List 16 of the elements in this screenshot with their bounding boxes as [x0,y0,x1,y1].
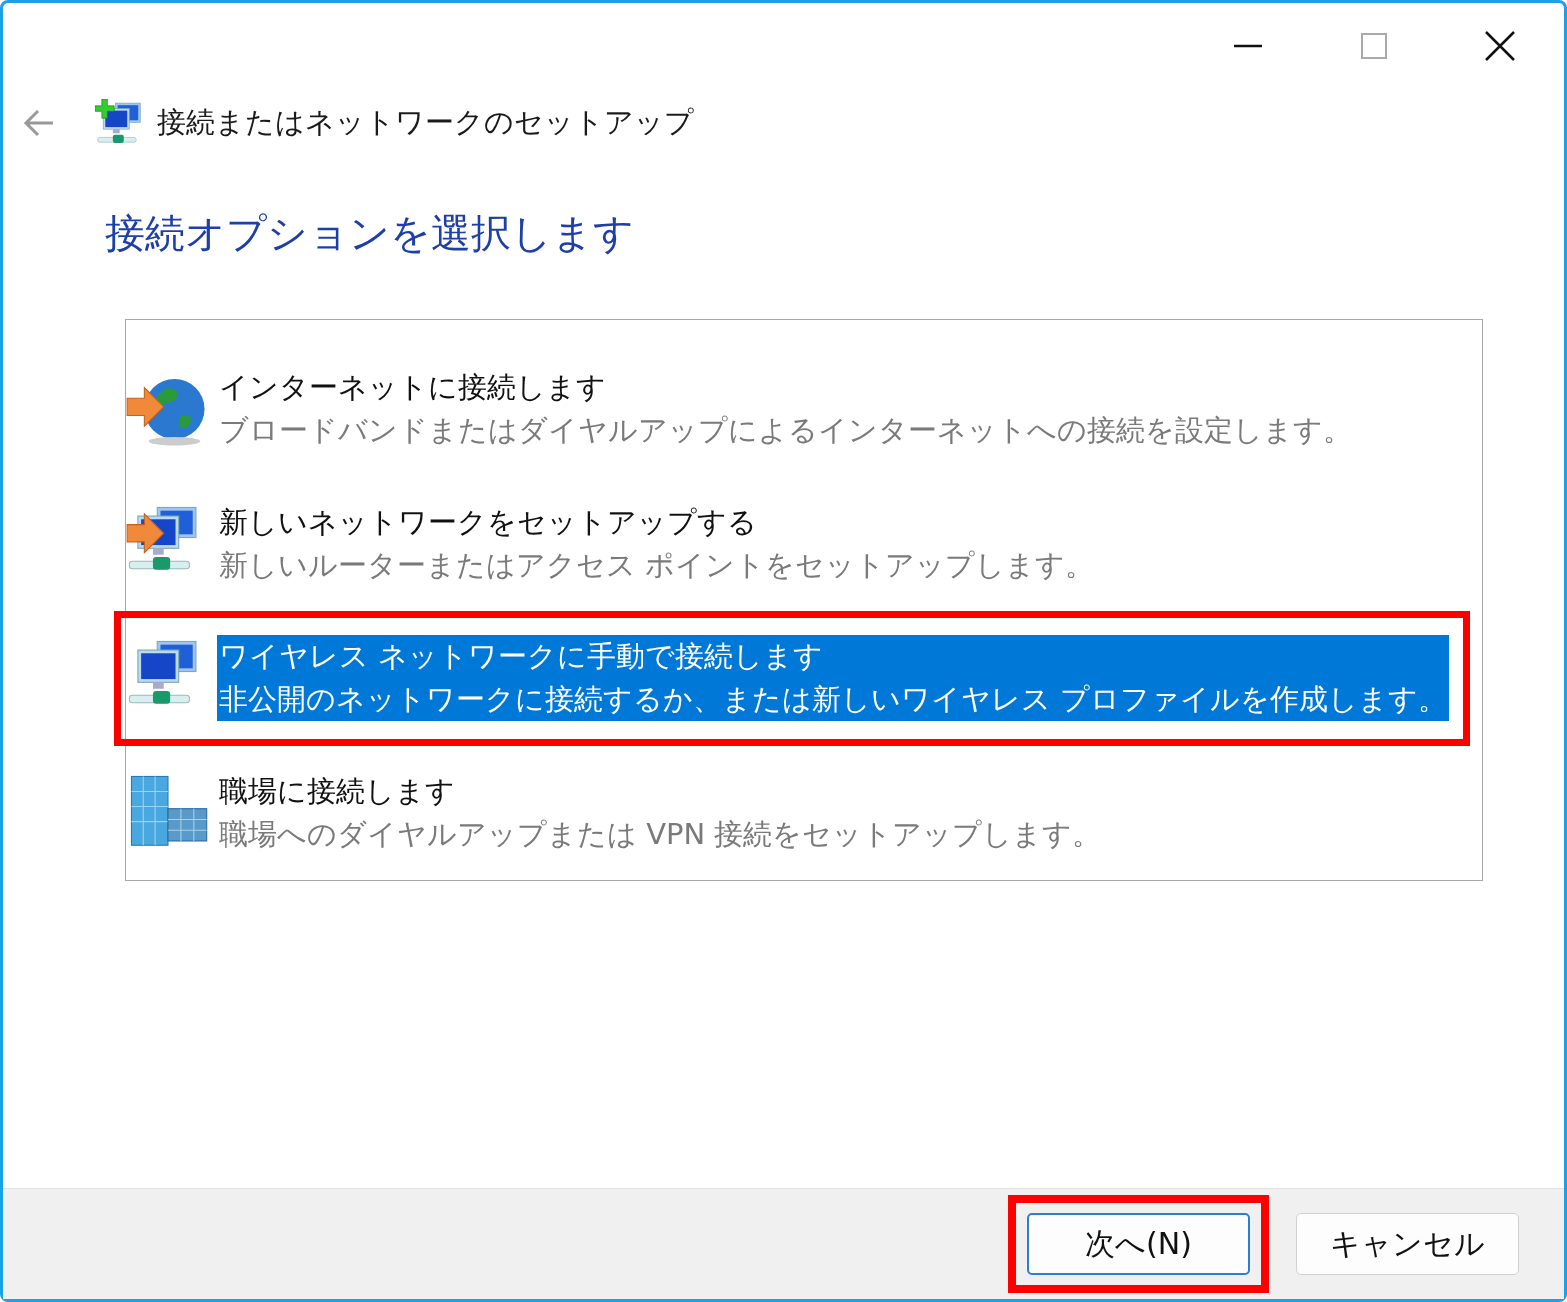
option-description: 新しいルーターまたはアクセス ポイントをセットアップします。 [218,546,1096,584]
connection-option[interactable]: 新しいネットワークをセットアップする 新しいルーターまたはアクセス ポイントをセットアップします。 [114,476,1118,611]
connection-option[interactable]: 職場に接続します 職場へのダイヤルアップまたは VPN 接続をセットアップします。 [114,745,1125,880]
option-description: 職場へのダイヤルアップまたは VPN 接続をセットアップします。 [218,815,1103,853]
next-button[interactable]: 次へ(N) [1027,1213,1250,1275]
page-heading: 接続オプションを選択します [105,209,635,258]
window-title: 接続またはネットワークのセットアップ [157,104,694,141]
option-title: 職場に接続します [218,772,456,810]
option-description: 非公開のネットワークに接続するか、または新しいワイヤレス プロファイルを作成します。 [217,678,1450,722]
cancel-button[interactable]: キャンセル [1296,1213,1519,1275]
option-description: ブロードバンドまたはダイヤルアップによるインターネットへの接続を設定します。 [218,412,1353,450]
highlighted-option[interactable]: ワイヤレス ネットワークに手動で接続します 非公開のネットワークに接続するか、または新しいワイヤレス プロファイルを作成します。 [114,611,1471,746]
option-title: ワイヤレス ネットワークに手動で接続します [217,635,1450,679]
option-title: 新しいネットワークをセットアップする [218,503,758,541]
connection-option[interactable]: インターネットに接続します ブロードバンドまたはダイヤルアップによるインターネットへの接続を設定します。 [114,342,1375,477]
option-title: インターネットに接続します [218,369,607,407]
